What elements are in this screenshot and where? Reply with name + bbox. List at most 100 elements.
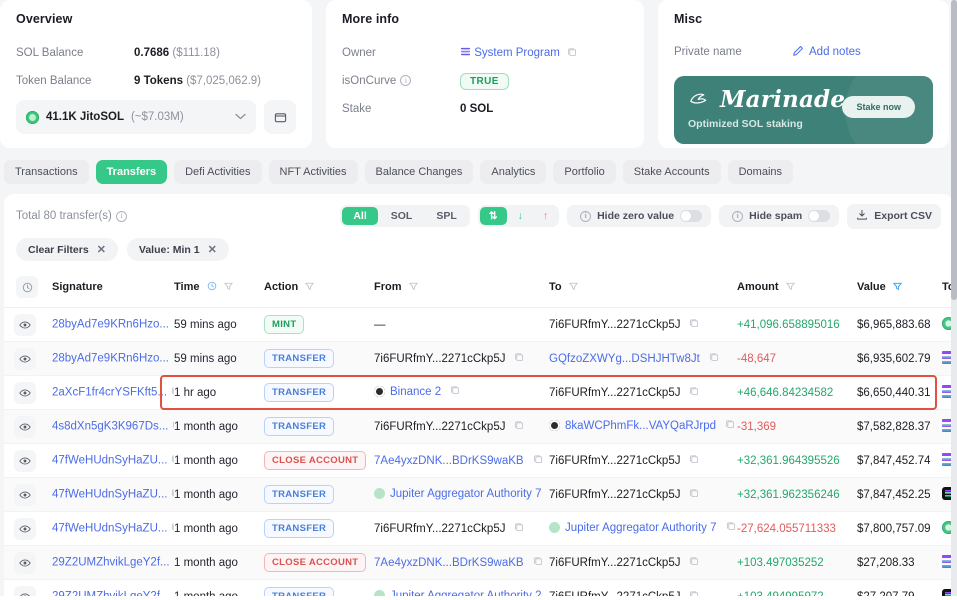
- row-eye-cell[interactable]: [4, 511, 52, 546]
- clock-icon[interactable]: [16, 276, 38, 298]
- copy-icon[interactable]: [689, 454, 699, 467]
- info-icon[interactable]: i: [400, 75, 412, 87]
- marinade-banner[interactable]: Marinade Optimized SOL staking Stake now: [674, 76, 933, 144]
- hide-zero-value-switch[interactable]: [680, 210, 703, 222]
- copy-icon[interactable]: [689, 386, 699, 399]
- copy-icon[interactable]: [514, 352, 524, 365]
- column-header-value[interactable]: Value: [857, 269, 942, 308]
- filter-chip[interactable]: Clear Filters ✕: [16, 238, 118, 261]
- copy-icon[interactable]: [689, 488, 699, 501]
- column-header-from[interactable]: From: [374, 269, 549, 308]
- add-notes-link[interactable]: Add notes: [809, 46, 861, 58]
- column-header-to[interactable]: To: [549, 269, 737, 308]
- signature-cell[interactable]: 28byAd7e9KRn6Hzo...: [52, 307, 174, 342]
- sort-both-button[interactable]: ⇅: [479, 207, 507, 225]
- filter-icon[interactable]: [785, 281, 795, 293]
- table-row[interactable]: 47fWeHUdnSyHaZU... 1 month ago TRANSFER Jup…: [4, 477, 953, 512]
- eye-icon[interactable]: [14, 551, 36, 574]
- close-icon[interactable]: ✕: [208, 243, 217, 256]
- copy-icon[interactable]: [709, 352, 719, 365]
- stake-now-button[interactable]: Stake now: [842, 96, 915, 118]
- filter-icon[interactable]: [892, 281, 902, 293]
- filter-icon[interactable]: [568, 281, 578, 293]
- copy-icon[interactable]: [533, 556, 543, 569]
- filter-icon[interactable]: [408, 281, 418, 293]
- segment-all[interactable]: All: [342, 207, 378, 225]
- eye-icon[interactable]: [14, 449, 36, 472]
- signature-link[interactable]: 4s8dXn5gK3K967Ds...: [52, 421, 168, 433]
- row-eye-cell[interactable]: [4, 307, 52, 342]
- signature-cell[interactable]: 4s8dXn5gK3K967Ds...: [52, 409, 174, 444]
- copy-icon[interactable]: [514, 420, 524, 433]
- owner-link[interactable]: System Program: [474, 47, 560, 59]
- copy-icon[interactable]: [450, 385, 460, 398]
- row-eye-cell[interactable]: [4, 545, 52, 580]
- row-eye-cell[interactable]: [4, 375, 52, 410]
- eye-icon[interactable]: [14, 347, 36, 370]
- hide-spam-switch[interactable]: [808, 210, 831, 222]
- copy-icon[interactable]: [725, 419, 735, 432]
- to-address[interactable]: 8kaWCPhmFk...VAYQaRJrpd: [565, 420, 716, 432]
- sort-asc-button[interactable]: ↑: [534, 207, 557, 225]
- row-eye-cell[interactable]: [4, 477, 52, 512]
- add-notes-button[interactable]: Add notes: [792, 45, 861, 60]
- segment-sol[interactable]: SOL: [380, 207, 424, 225]
- eye-icon[interactable]: [14, 381, 36, 404]
- row-eye-cell[interactable]: [4, 409, 52, 444]
- hide-zero-value-toggle[interactable]: i Hide zero value: [567, 205, 712, 227]
- to-address[interactable]: GQfzoZXWYg...DSHJHTw8Jt: [549, 353, 700, 365]
- hide-spam-toggle[interactable]: i Hide spam: [719, 205, 840, 227]
- tab-nft-activities[interactable]: NFT Activities: [268, 160, 358, 184]
- column-header-amount[interactable]: Amount: [737, 269, 857, 308]
- sort-desc-button[interactable]: ↓: [509, 207, 532, 225]
- eye-icon[interactable]: [14, 313, 36, 336]
- tab-transfers[interactable]: Transfers: [95, 160, 168, 184]
- tab-domains[interactable]: Domains: [727, 160, 794, 184]
- eye-icon[interactable]: [14, 415, 36, 438]
- tab-defi-activities[interactable]: Defi Activities: [174, 160, 262, 184]
- row-eye-cell[interactable]: [4, 341, 52, 376]
- table-row[interactable]: 4s8dXn5gK3K967Ds... 1 month ago TRANSFER 7i…: [4, 409, 953, 444]
- copy-icon[interactable]: [567, 47, 577, 60]
- copy-icon[interactable]: [689, 318, 699, 331]
- signature-cell[interactable]: 28byAd7e9KRn6Hzo...: [52, 341, 174, 376]
- tab-portfolio[interactable]: Portfolio: [553, 160, 616, 184]
- scrollbar-thumb[interactable]: [951, 0, 957, 300]
- tab-analytics[interactable]: Analytics: [480, 160, 547, 184]
- table-row[interactable]: 28byAd7e9KRn6Hzo... 59 mins ago TRANSFER 7i…: [4, 341, 953, 376]
- column-header-action[interactable]: Action: [264, 269, 374, 308]
- filter-chip[interactable]: Value: Min 1 ✕: [126, 238, 229, 261]
- page-scrollbar[interactable]: [951, 0, 957, 600]
- info-icon[interactable]: i: [115, 210, 127, 222]
- table-row[interactable]: 47fWeHUdnSyHaZU... 1 month ago CLOSE ACCOU…: [4, 443, 953, 478]
- column-header-time[interactable]: Time: [174, 269, 264, 308]
- signature-cell[interactable]: 47fWeHUdnSyHaZU...: [52, 511, 174, 546]
- copy-icon[interactable]: [533, 454, 543, 467]
- table-row[interactable]: 28byAd7e9KRn6Hzo... 59 mins ago MINT — 7i6FU…: [4, 307, 953, 342]
- eye-icon[interactable]: [14, 483, 36, 506]
- to-address[interactable]: Jupiter Aggregator Authority 7: [565, 522, 717, 534]
- copy-icon[interactable]: [726, 521, 736, 534]
- signature-link[interactable]: 47fWeHUdnSyHaZU...: [52, 455, 167, 467]
- eye-icon[interactable]: [14, 517, 36, 540]
- table-row[interactable]: 47fWeHUdnSyHaZU... 1 month ago TRANSFER 7i6…: [4, 511, 953, 546]
- from-address[interactable]: 7Ae4yxzDNK...BDrKS9waKB: [374, 455, 524, 467]
- signature-link[interactable]: 28byAd7e9KRn6Hzo...: [52, 353, 169, 365]
- clock-icon[interactable]: [207, 281, 217, 293]
- table-row[interactable]: 29Z2UMZhvikLgeY2f... 1 month ago CLOSE ACC…: [4, 545, 953, 580]
- copy-icon[interactable]: [689, 556, 699, 569]
- copy-icon[interactable]: [514, 522, 524, 535]
- signature-cell[interactable]: 29Z2UMZhvikLgeY2f...: [52, 545, 174, 580]
- signature-link[interactable]: 47fWeHUdnSyHaZU...: [52, 489, 167, 501]
- close-icon[interactable]: ✕: [97, 243, 106, 256]
- row-eye-cell[interactable]: [4, 443, 52, 478]
- from-address[interactable]: Binance 2: [390, 386, 441, 398]
- tab-stake-accounts[interactable]: Stake Accounts: [622, 160, 721, 184]
- signature-link[interactable]: 29Z2UMZhvikLgeY2f...: [52, 557, 170, 569]
- from-address[interactable]: Jupiter Aggregator Authority 7: [390, 488, 542, 500]
- segment-spl[interactable]: SPL: [425, 207, 467, 225]
- wallet-copy-button[interactable]: [264, 100, 296, 134]
- table-row[interactable]: 2aXcF1fr4crYSFKft5... 1 hr ago TRANSFER Bin…: [4, 375, 953, 410]
- signature-cell[interactable]: 47fWeHUdnSyHaZU...: [52, 477, 174, 512]
- filter-icon[interactable]: [223, 281, 233, 293]
